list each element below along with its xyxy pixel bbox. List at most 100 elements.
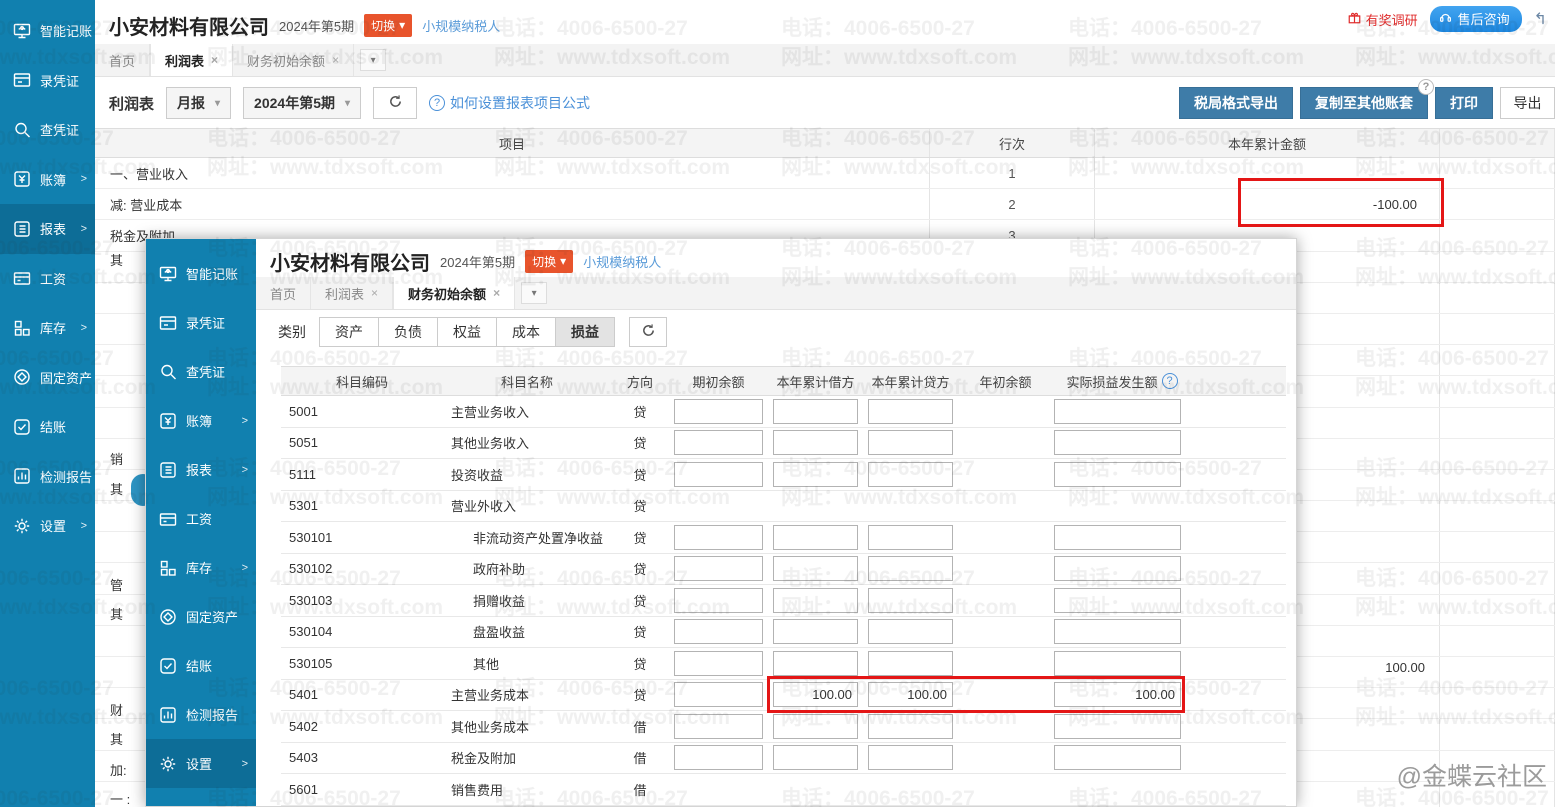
- print-button[interactable]: 打印: [1435, 87, 1493, 119]
- ytd-debit-input[interactable]: [773, 745, 858, 770]
- actual-pl-input[interactable]: [1054, 556, 1181, 581]
- sidebar-item-ledger[interactable]: 账簿>: [146, 396, 256, 445]
- tab-list-dropdown[interactable]: ▾: [360, 49, 386, 71]
- actual-pl-input[interactable]: [1054, 619, 1181, 644]
- refresh-button[interactable]: [629, 317, 667, 347]
- clipped-edge-icon[interactable]: ↰: [1534, 9, 1547, 29]
- actual-pl-input[interactable]: [1054, 462, 1181, 487]
- initial-balance-input[interactable]: [674, 556, 763, 581]
- account-row-5403[interactable]: 5403税金及附加借: [281, 743, 1286, 775]
- after-sales-support-button[interactable]: 售后咨询: [1430, 6, 1522, 32]
- account-row-530102[interactable]: 530102政府补助贷: [281, 554, 1286, 586]
- overlay-tab-财务初始余额[interactable]: 财务初始余额×: [393, 277, 515, 309]
- sidebar-item-check-report[interactable]: 检测报告: [0, 452, 95, 502]
- sidebar-item-closing[interactable]: 结账: [146, 641, 256, 690]
- sidebar-item-fixed-assets[interactable]: 固定资产: [0, 353, 95, 403]
- initial-balance-input[interactable]: [674, 399, 763, 424]
- overlay-tab-利润表[interactable]: 利润表×: [311, 277, 393, 309]
- actual-pl-input[interactable]: [1054, 745, 1181, 770]
- switch-account-button[interactable]: 切换▾: [364, 14, 412, 37]
- ytd-credit-input[interactable]: [868, 399, 953, 424]
- ytd-debit-input[interactable]: [773, 651, 858, 676]
- export-button[interactable]: 导出: [1500, 87, 1555, 119]
- close-icon[interactable]: ×: [371, 286, 378, 300]
- sidebar-item-inventory[interactable]: 库存>: [0, 303, 95, 353]
- close-icon[interactable]: ×: [332, 53, 339, 67]
- ytd-credit-input[interactable]: [868, 430, 953, 455]
- category-tab-资产[interactable]: 资产: [319, 317, 379, 347]
- sidebar-item-voucher-search[interactable]: 查凭证: [146, 347, 256, 396]
- actual-pl-input[interactable]: [1054, 651, 1181, 676]
- switch-account-button[interactable]: 切换▾: [525, 250, 573, 273]
- actual-pl-input[interactable]: [1054, 682, 1181, 707]
- taxpayer-type-link[interactable]: 小规模纳税人: [583, 252, 661, 271]
- initial-balance-input[interactable]: [674, 525, 763, 550]
- main-tab-首页[interactable]: 首页: [95, 44, 150, 76]
- category-tab-负债[interactable]: 负债: [378, 317, 438, 347]
- account-row-530101[interactable]: 530101非流动资产处置净收益贷: [281, 522, 1286, 554]
- close-icon[interactable]: ×: [211, 53, 218, 67]
- tax-format-export-button[interactable]: 税局格式导出: [1179, 87, 1293, 119]
- ytd-credit-input[interactable]: [868, 745, 953, 770]
- copy-to-other-books-button[interactable]: 复制至其他账套?: [1300, 87, 1428, 119]
- sidebar-item-closing[interactable]: 结账: [0, 402, 95, 452]
- account-row-5051[interactable]: 5051其他业务收入贷: [281, 428, 1286, 460]
- sidebar-item-ledger[interactable]: 账簿>: [0, 155, 95, 205]
- actual-pl-input[interactable]: [1054, 525, 1181, 550]
- account-row-530103[interactable]: 530103捐赠收益贷: [281, 585, 1286, 617]
- initial-balance-input[interactable]: [674, 430, 763, 455]
- ytd-credit-input[interactable]: [868, 525, 953, 550]
- account-row-530105[interactable]: 530105其他贷: [281, 648, 1286, 680]
- initial-balance-input[interactable]: [674, 745, 763, 770]
- overlay-tab-首页[interactable]: 首页: [256, 277, 311, 309]
- ytd-debit-input[interactable]: [773, 399, 858, 424]
- actual-pl-input[interactable]: [1054, 714, 1181, 739]
- ytd-credit-input[interactable]: [868, 714, 953, 739]
- ytd-debit-input[interactable]: [773, 619, 858, 644]
- initial-balance-input[interactable]: [674, 462, 763, 487]
- ytd-credit-input[interactable]: [868, 588, 953, 613]
- refresh-button[interactable]: [373, 87, 417, 119]
- initial-balance-input[interactable]: [674, 682, 763, 707]
- ytd-debit-input[interactable]: [773, 588, 858, 613]
- sidebar-item-smart-accounting[interactable]: 智能记账: [0, 6, 95, 56]
- sidebar-item-payroll[interactable]: 工资: [146, 494, 256, 543]
- sidebar-item-check-report[interactable]: 检测报告: [146, 690, 256, 739]
- sidebar-item-report[interactable]: 报表>: [146, 445, 256, 494]
- initial-balance-input[interactable]: [674, 619, 763, 644]
- sidebar-item-inventory[interactable]: 库存>: [146, 543, 256, 592]
- actual-pl-input[interactable]: [1054, 588, 1181, 613]
- survey-link[interactable]: 有奖调研: [1347, 10, 1418, 29]
- sidebar-item-fixed-assets[interactable]: 固定资产: [146, 592, 256, 641]
- sidebar-item-settings[interactable]: 设置>: [146, 739, 256, 788]
- table-row[interactable]: 减: 营业成本2-100.00: [95, 189, 1555, 220]
- account-row-5601[interactable]: 5601销售费用借: [281, 774, 1286, 806]
- ytd-debit-input[interactable]: [773, 556, 858, 581]
- question-circle-icon[interactable]: ?: [1162, 373, 1178, 389]
- ytd-debit-input[interactable]: [773, 682, 858, 707]
- ytd-credit-input[interactable]: [868, 462, 953, 487]
- sidebar-item-payroll[interactable]: 工资: [0, 254, 95, 304]
- account-row-5001[interactable]: 5001主营业务收入贷: [281, 396, 1286, 428]
- period-dropdown[interactable]: 2024年第5期▾: [243, 87, 361, 119]
- ytd-debit-input[interactable]: [773, 430, 858, 455]
- close-icon[interactable]: ×: [493, 286, 500, 300]
- account-row-5402[interactable]: 5402其他业务成本借: [281, 711, 1286, 743]
- sidebar-item-report[interactable]: 报表>: [0, 204, 95, 254]
- sidebar-item-smart-accounting[interactable]: 智能记账: [146, 249, 256, 298]
- ytd-debit-input[interactable]: [773, 714, 858, 739]
- ytd-credit-input[interactable]: [868, 651, 953, 676]
- account-row-5401[interactable]: 5401主营业务成本贷: [281, 680, 1286, 712]
- initial-balance-input[interactable]: [674, 714, 763, 739]
- ytd-credit-input[interactable]: [868, 619, 953, 644]
- main-tab-财务初始余额[interactable]: 财务初始余额×: [233, 44, 354, 76]
- category-tab-权益[interactable]: 权益: [437, 317, 497, 347]
- actual-pl-input[interactable]: [1054, 430, 1181, 455]
- report-formula-help-link[interactable]: ?如何设置报表项目公式: [429, 93, 590, 113]
- account-row-5301[interactable]: 5301营业外收入贷: [281, 491, 1286, 523]
- initial-balance-input[interactable]: [674, 651, 763, 676]
- ytd-debit-input[interactable]: [773, 462, 858, 487]
- ytd-credit-input[interactable]: [868, 682, 953, 707]
- category-tab-成本[interactable]: 成本: [496, 317, 556, 347]
- main-tab-利润表[interactable]: 利润表×: [150, 44, 233, 76]
